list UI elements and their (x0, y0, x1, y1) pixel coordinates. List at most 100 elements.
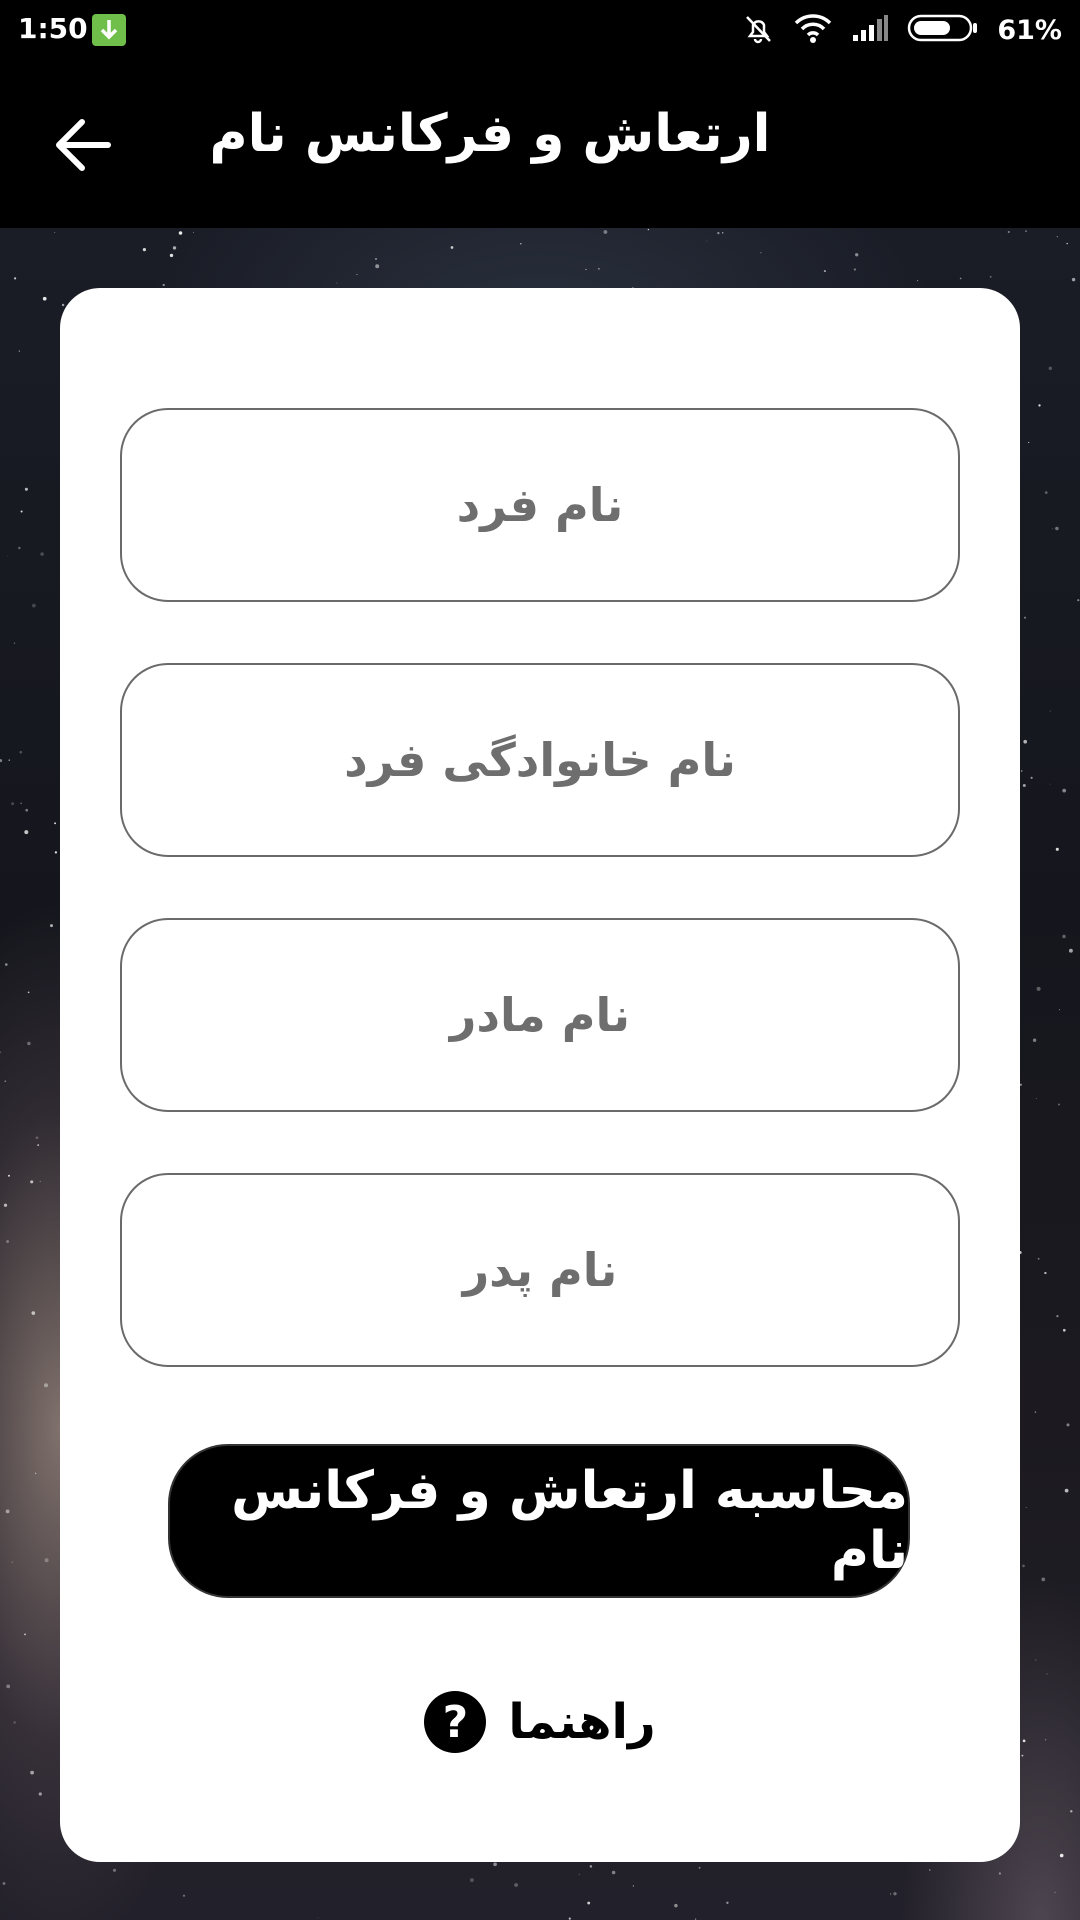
star (1022, 1739, 1026, 1743)
star (1056, 236, 1058, 238)
battery-percent: 61% (997, 14, 1062, 46)
last-name-field (120, 663, 960, 857)
help-link[interactable]: ? راهنما (60, 1682, 1020, 1762)
form-card: محاسبه ارتعاش و فرکانس نام ? راهنما (60, 288, 1020, 1862)
star (19, 750, 23, 754)
star (3, 1203, 8, 1207)
mother-name-input[interactable] (161, 987, 919, 1043)
star (356, 274, 358, 275)
star (1025, 230, 1027, 233)
star (1035, 1097, 1037, 1099)
star (112, 1868, 117, 1872)
star (1020, 770, 1023, 772)
star (30, 1770, 34, 1775)
star (18, 350, 20, 352)
star (585, 268, 587, 271)
star (469, 1878, 474, 1883)
star (1034, 1411, 1037, 1413)
star (1036, 986, 1041, 991)
star (1030, 776, 1033, 779)
star (721, 232, 724, 234)
last-name-input[interactable] (161, 732, 919, 788)
star (1046, 1673, 1048, 1675)
page-title: ارتعاش و فرکانس نام (209, 104, 771, 164)
star (11, 1561, 14, 1563)
star (823, 270, 826, 273)
star (39, 1180, 41, 1183)
star (32, 603, 36, 608)
star (514, 1883, 518, 1887)
help-label: راهنما (508, 1694, 656, 1750)
star (1038, 404, 1041, 407)
star (44, 1383, 48, 1388)
star (31, 1311, 36, 1315)
star (929, 1869, 931, 1871)
star (853, 268, 857, 271)
star (597, 267, 600, 270)
star (18, 546, 21, 550)
star (11, 802, 15, 806)
star (1023, 616, 1027, 619)
status-bar: 1:50 61% (0, 0, 1080, 60)
question-icon: ? (424, 1691, 487, 1753)
star (13, 1721, 16, 1724)
star (520, 243, 522, 245)
star (5, 963, 8, 966)
bell-muted-icon (741, 11, 775, 49)
star (6, 1684, 11, 1689)
star (8, 759, 10, 761)
star (0, 759, 3, 763)
star (1007, 230, 1010, 234)
calculate-button[interactable]: محاسبه ارتعاش و فرکانس نام (168, 1444, 910, 1598)
star (38, 1792, 42, 1796)
star (54, 851, 58, 854)
star (1070, 1810, 1073, 1813)
star (998, 1872, 1002, 1875)
download-icon (92, 14, 126, 46)
star (647, 228, 650, 231)
star (20, 510, 23, 513)
star (589, 1865, 593, 1868)
star (1022, 783, 1026, 788)
star (27, 991, 30, 994)
star (578, 1873, 580, 1875)
first-name-field (120, 408, 960, 602)
star (1044, 491, 1048, 494)
star (1054, 1891, 1057, 1894)
star (611, 1870, 616, 1875)
star (5, 1509, 10, 1514)
star (24, 1633, 26, 1636)
star (1068, 948, 1073, 953)
father-name-input[interactable] (161, 1242, 919, 1298)
star (1025, 1506, 1027, 1508)
battery-icon (907, 13, 979, 47)
star (1052, 528, 1054, 530)
star (54, 822, 57, 825)
star (1048, 366, 1053, 371)
star (2, 1882, 6, 1885)
star (27, 1041, 31, 1046)
star (698, 1866, 701, 1869)
star (1049, 710, 1051, 712)
star (317, 1917, 319, 1919)
app-bar: ارتعاش و فرکانس نام (0, 60, 1080, 228)
star (162, 283, 165, 287)
wifi-icon (793, 12, 833, 48)
star (917, 280, 919, 282)
star (1049, 783, 1051, 785)
star (172, 246, 177, 250)
star (1028, 441, 1030, 444)
star (1062, 1328, 1066, 1332)
star (568, 1917, 571, 1920)
star (169, 253, 174, 258)
star (1077, 599, 1080, 602)
first-name-input[interactable] (161, 477, 919, 533)
star (890, 1893, 892, 1895)
star (4, 1080, 7, 1083)
star (34, 1472, 37, 1475)
back-arrow-icon[interactable] (48, 110, 118, 180)
star (1059, 1853, 1064, 1858)
star (1037, 1257, 1040, 1260)
star (1055, 526, 1059, 531)
star (1064, 1488, 1069, 1493)
